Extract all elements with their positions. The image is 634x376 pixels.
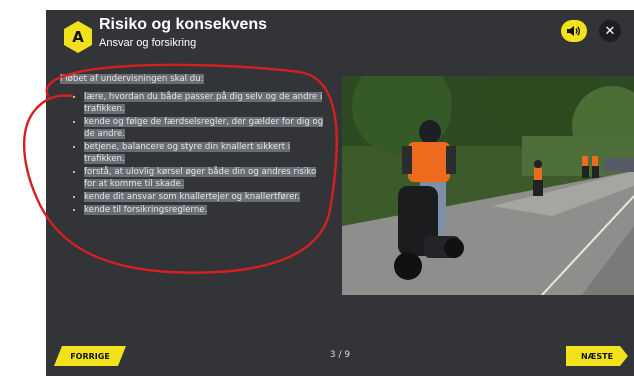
close-icon: ✕ [604,23,616,39]
section-badge-letter: A [72,28,84,46]
moped-photo [342,76,634,295]
objectives-intro: I løbet af undervisningen skal du: [60,74,204,84]
speaker-icon [567,26,581,36]
objective-item: kende og følge de færdselsregler, der gæ… [84,116,330,140]
section-badge: A [61,20,95,54]
previous-button[interactable]: FORRIGE [54,346,126,366]
objective-item: kende dit ansvar som knallertejer og kna… [84,191,330,203]
close-button[interactable]: ✕ [599,20,621,42]
lesson-window: A Risiko og konsekvens Ansvar og forsikr… [46,10,634,376]
page-title: Risiko og konsekvens [99,16,268,33]
page-subtitle: Ansvar og forsikring [99,37,197,49]
objective-item: forstå, at ulovlig kørsel øger både din … [84,166,330,190]
objective-item: kende til forsikringsreglerne. [84,204,330,216]
next-button[interactable]: NÆSTE [566,346,628,366]
objective-item: lære, hvordan du både passer på dig selv… [84,91,330,115]
audio-button[interactable] [561,20,587,42]
objective-item: betjene, balancere og styre din knallert… [84,141,330,165]
moped-riders-image [342,76,634,295]
learning-objectives: I løbet af undervisningen skal du: lære,… [60,73,330,217]
objectives-list: lære, hvordan du både passer på dig selv… [60,91,330,216]
page-indicator: 3 / 9 [329,350,351,360]
